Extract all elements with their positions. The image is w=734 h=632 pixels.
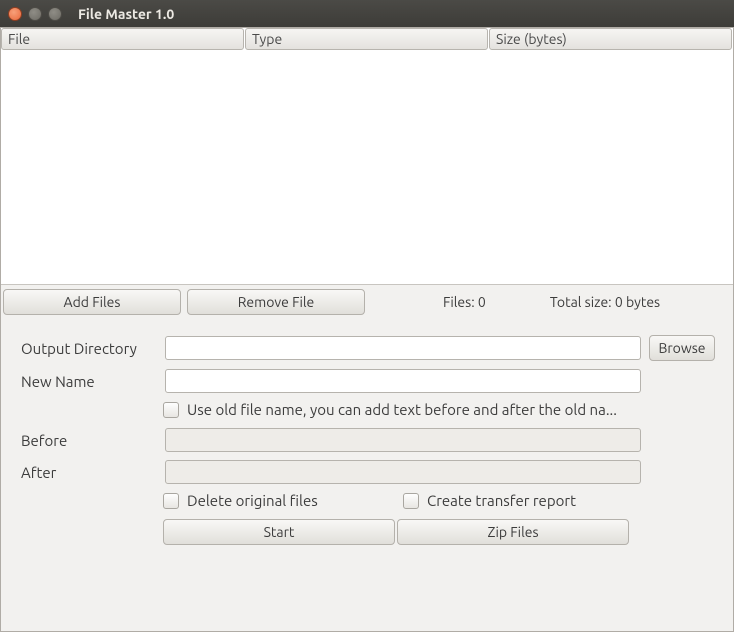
output-dir-label: Output Directory <box>21 340 157 357</box>
output-dir-input[interactable] <box>165 336 641 360</box>
zip-button[interactable]: Zip Files <box>397 519 629 545</box>
before-input <box>165 428 641 452</box>
total-size-label: Total size: 0 bytes <box>550 294 660 310</box>
minimize-icon[interactable] <box>28 7 42 21</box>
files-value: 0 <box>478 294 486 310</box>
delete-checkbox[interactable] <box>163 493 179 509</box>
start-button[interactable]: Start <box>163 519 395 545</box>
report-checkbox[interactable] <box>403 493 419 509</box>
delete-label: Delete original files <box>187 492 318 509</box>
output-dir-row: Output Directory Browse <box>21 335 715 361</box>
browse-button[interactable]: Browse <box>649 335 715 361</box>
titlebar: File Master 1.0 <box>0 0 734 27</box>
after-label: After <box>21 464 157 481</box>
window-body: File Type Size (bytes) Add Files Remove … <box>0 27 734 632</box>
files-count-label: Files: 0 <box>443 294 486 310</box>
total-value: 0 bytes <box>615 294 660 310</box>
use-old-label: Use old file name, you can add text befo… <box>187 401 641 418</box>
total-text: Total size: <box>550 294 612 310</box>
report-group: Create transfer report <box>403 492 635 509</box>
use-old-checkbox[interactable] <box>163 402 179 418</box>
use-old-row: Use old file name, you can add text befo… <box>163 401 641 418</box>
toolbar-row: Add Files Remove File Files: 0 Total siz… <box>1 285 733 319</box>
new-name-input[interactable] <box>165 369 641 393</box>
new-name-label: New Name <box>21 373 157 390</box>
after-input <box>165 460 641 484</box>
add-files-button[interactable]: Add Files <box>3 289 181 315</box>
report-label: Create transfer report <box>427 492 576 509</box>
maximize-icon[interactable] <box>48 7 62 21</box>
options-row: Delete original files Create transfer re… <box>163 492 715 509</box>
form-area: Output Directory Browse New Name Use old… <box>1 319 733 555</box>
file-table: File Type Size (bytes) <box>1 28 733 285</box>
column-size[interactable]: Size (bytes) <box>489 28 732 50</box>
column-file[interactable]: File <box>1 28 244 50</box>
table-body[interactable] <box>1 50 733 284</box>
remove-file-button[interactable]: Remove File <box>187 289 365 315</box>
after-row: After <box>21 460 715 484</box>
action-row: Start Zip Files <box>163 519 715 545</box>
column-type[interactable]: Type <box>245 28 488 50</box>
before-row: Before <box>21 428 715 452</box>
before-label: Before <box>21 432 157 449</box>
delete-group: Delete original files <box>163 492 395 509</box>
files-text: Files: <box>443 294 475 310</box>
window-title: File Master 1.0 <box>78 6 174 22</box>
table-headers: File Type Size (bytes) <box>1 28 733 50</box>
close-icon[interactable] <box>8 7 22 21</box>
new-name-row: New Name <box>21 369 715 393</box>
